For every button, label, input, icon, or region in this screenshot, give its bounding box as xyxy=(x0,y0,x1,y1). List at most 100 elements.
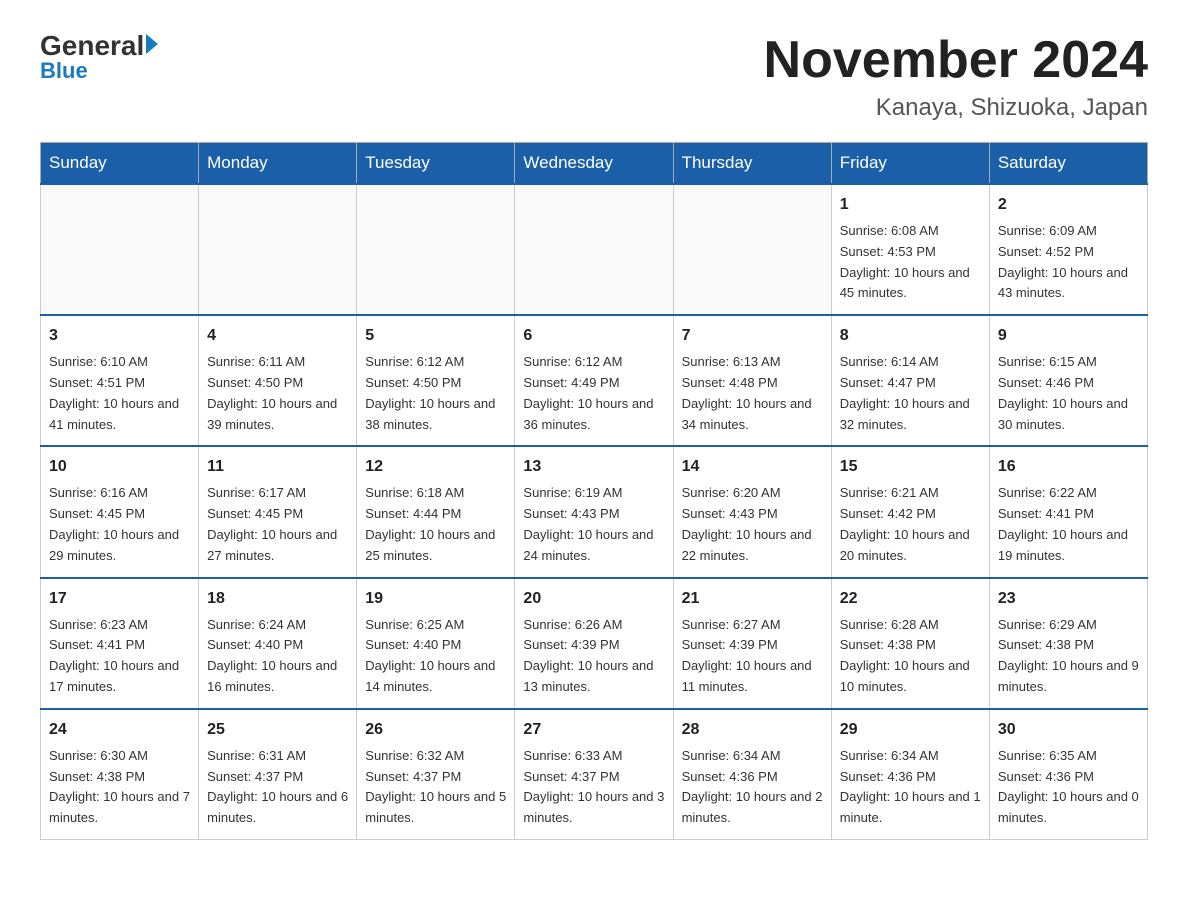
calendar-cell: 7 Sunrise: 6:13 AM Sunset: 4:48 PM Daylig… xyxy=(673,315,831,446)
day-info: Sunrise: 6:26 AM Sunset: 4:39 PM Dayligh… xyxy=(523,615,664,698)
day-info: Sunrise: 6:31 AM Sunset: 4:37 PM Dayligh… xyxy=(207,746,348,829)
day-number: 3 xyxy=(49,324,190,348)
calendar-cell: 1 Sunrise: 6:08 AM Sunset: 4:53 PM Daylig… xyxy=(831,184,989,315)
week-row-3: 10 Sunrise: 6:16 AM Sunset: 4:45 PM Dayli… xyxy=(41,446,1148,577)
day-info: Sunrise: 6:28 AM Sunset: 4:38 PM Dayligh… xyxy=(840,615,981,698)
day-info: Sunrise: 6:12 AM Sunset: 4:50 PM Dayligh… xyxy=(365,352,506,435)
day-info: Sunrise: 6:34 AM Sunset: 4:36 PM Dayligh… xyxy=(840,746,981,829)
calendar-cell: 9 Sunrise: 6:15 AM Sunset: 4:46 PM Daylig… xyxy=(989,315,1147,446)
day-info: Sunrise: 6:25 AM Sunset: 4:40 PM Dayligh… xyxy=(365,615,506,698)
week-row-4: 17 Sunrise: 6:23 AM Sunset: 4:41 PM Dayli… xyxy=(41,578,1148,709)
day-number: 11 xyxy=(207,455,348,479)
calendar-cell xyxy=(515,184,673,315)
day-number: 6 xyxy=(523,324,664,348)
day-info: Sunrise: 6:13 AM Sunset: 4:48 PM Dayligh… xyxy=(682,352,823,435)
calendar-cell: 16 Sunrise: 6:22 AM Sunset: 4:41 PM Dayli… xyxy=(989,446,1147,577)
day-info: Sunrise: 6:24 AM Sunset: 4:40 PM Dayligh… xyxy=(207,615,348,698)
day-info: Sunrise: 6:22 AM Sunset: 4:41 PM Dayligh… xyxy=(998,483,1139,566)
calendar-cell: 18Sunrise: 6:24 AM Sunset: 4:40 PM Dayli… xyxy=(199,578,357,709)
day-number: 24 xyxy=(49,718,190,742)
calendar-cell: 3Sunrise: 6:10 AM Sunset: 4:51 PM Daylig… xyxy=(41,315,199,446)
day-number: 5 xyxy=(365,324,506,348)
day-number: 16 xyxy=(998,455,1139,479)
calendar-cell: 13 Sunrise: 6:19 AM Sunset: 4:43 PM Dayli… xyxy=(515,446,673,577)
calendar-table: SundayMondayTuesdayWednesdayThursdayFrid… xyxy=(40,142,1148,840)
day-info: Sunrise: 6:18 AM Sunset: 4:44 PM Dayligh… xyxy=(365,483,506,566)
day-info: Sunrise: 6:21 AM Sunset: 4:42 PM Dayligh… xyxy=(840,483,981,566)
day-number: 30 xyxy=(998,718,1139,742)
day-info: Sunrise: 6:27 AM Sunset: 4:39 PM Dayligh… xyxy=(682,615,823,698)
day-info: Sunrise: 6:33 AM Sunset: 4:37 PM Dayligh… xyxy=(523,746,664,829)
logo: General Blue xyxy=(40,30,158,84)
calendar-cell: 11 Sunrise: 6:17 AM Sunset: 4:45 PM Dayli… xyxy=(199,446,357,577)
calendar-cell: 4 Sunrise: 6:11 AM Sunset: 4:50 PM Daylig… xyxy=(199,315,357,446)
logo-arrow-icon xyxy=(146,34,158,54)
calendar-cell: 15Sunrise: 6:21 AM Sunset: 4:42 PM Dayli… xyxy=(831,446,989,577)
day-number: 12 xyxy=(365,455,506,479)
day-number: 26 xyxy=(365,718,506,742)
calendar-cell: 8Sunrise: 6:14 AM Sunset: 4:47 PM Daylig… xyxy=(831,315,989,446)
day-number: 17 xyxy=(49,587,190,611)
day-number: 29 xyxy=(840,718,981,742)
day-info: Sunrise: 6:11 AM Sunset: 4:50 PM Dayligh… xyxy=(207,352,348,435)
location-title: Kanaya, Shizuoka, Japan xyxy=(764,94,1148,122)
title-area: November 2024 Kanaya, Shizuoka, Japan xyxy=(764,30,1148,122)
calendar-cell: 20 Sunrise: 6:26 AM Sunset: 4:39 PM Dayli… xyxy=(515,578,673,709)
day-number: 4 xyxy=(207,324,348,348)
calendar-cell: 28Sunrise: 6:34 AM Sunset: 4:36 PM Dayli… xyxy=(673,709,831,840)
day-number: 21 xyxy=(682,587,823,611)
page-header: General Blue November 2024 Kanaya, Shizu… xyxy=(40,30,1148,122)
calendar-cell: 17 Sunrise: 6:23 AM Sunset: 4:41 PM Dayli… xyxy=(41,578,199,709)
day-number: 1 xyxy=(840,193,981,217)
weekday-header-saturday: Saturday xyxy=(989,143,1147,185)
calendar-cell xyxy=(199,184,357,315)
week-row-2: 3Sunrise: 6:10 AM Sunset: 4:51 PM Daylig… xyxy=(41,315,1148,446)
day-info: Sunrise: 6:20 AM Sunset: 4:43 PM Dayligh… xyxy=(682,483,823,566)
calendar-cell: 22 Sunrise: 6:28 AM Sunset: 4:38 PM Dayli… xyxy=(831,578,989,709)
calendar-cell: 21 Sunrise: 6:27 AM Sunset: 4:39 PM Dayli… xyxy=(673,578,831,709)
day-info: Sunrise: 6:30 AM Sunset: 4:38 PM Dayligh… xyxy=(49,746,190,829)
week-row-1: 1 Sunrise: 6:08 AM Sunset: 4:53 PM Daylig… xyxy=(41,184,1148,315)
day-info: Sunrise: 6:23 AM Sunset: 4:41 PM Dayligh… xyxy=(49,615,190,698)
weekday-header-friday: Friday xyxy=(831,143,989,185)
calendar-cell: 26 Sunrise: 6:32 AM Sunset: 4:37 PM Dayli… xyxy=(357,709,515,840)
day-number: 23 xyxy=(998,587,1139,611)
calendar-cell: 10 Sunrise: 6:16 AM Sunset: 4:45 PM Dayli… xyxy=(41,446,199,577)
day-info: Sunrise: 6:08 AM Sunset: 4:53 PM Dayligh… xyxy=(840,221,981,304)
day-number: 25 xyxy=(207,718,348,742)
day-number: 28 xyxy=(682,718,823,742)
calendar-cell xyxy=(357,184,515,315)
weekday-header-tuesday: Tuesday xyxy=(357,143,515,185)
calendar-cell: 6 Sunrise: 6:12 AM Sunset: 4:49 PM Daylig… xyxy=(515,315,673,446)
calendar-cell: 14Sunrise: 6:20 AM Sunset: 4:43 PM Dayli… xyxy=(673,446,831,577)
day-info: Sunrise: 6:09 AM Sunset: 4:52 PM Dayligh… xyxy=(998,221,1139,304)
day-number: 7 xyxy=(682,324,823,348)
calendar-cell xyxy=(673,184,831,315)
calendar-cell: 23Sunrise: 6:29 AM Sunset: 4:38 PM Dayli… xyxy=(989,578,1147,709)
calendar-cell: 19Sunrise: 6:25 AM Sunset: 4:40 PM Dayli… xyxy=(357,578,515,709)
calendar-cell: 12 Sunrise: 6:18 AM Sunset: 4:44 PM Dayli… xyxy=(357,446,515,577)
day-info: Sunrise: 6:15 AM Sunset: 4:46 PM Dayligh… xyxy=(998,352,1139,435)
day-info: Sunrise: 6:17 AM Sunset: 4:45 PM Dayligh… xyxy=(207,483,348,566)
day-number: 9 xyxy=(998,324,1139,348)
day-number: 22 xyxy=(840,587,981,611)
day-number: 2 xyxy=(998,193,1139,217)
day-number: 27 xyxy=(523,718,664,742)
day-number: 10 xyxy=(49,455,190,479)
calendar-cell: 5 Sunrise: 6:12 AM Sunset: 4:50 PM Daylig… xyxy=(357,315,515,446)
calendar-cell: 30Sunrise: 6:35 AM Sunset: 4:36 PM Dayli… xyxy=(989,709,1147,840)
day-info: Sunrise: 6:32 AM Sunset: 4:37 PM Dayligh… xyxy=(365,746,506,829)
day-info: Sunrise: 6:14 AM Sunset: 4:47 PM Dayligh… xyxy=(840,352,981,435)
day-number: 20 xyxy=(523,587,664,611)
week-row-5: 24 Sunrise: 6:30 AM Sunset: 4:38 PM Dayli… xyxy=(41,709,1148,840)
logo-blue: Blue xyxy=(40,58,88,84)
calendar-cell: 29 Sunrise: 6:34 AM Sunset: 4:36 PM Dayli… xyxy=(831,709,989,840)
day-info: Sunrise: 6:19 AM Sunset: 4:43 PM Dayligh… xyxy=(523,483,664,566)
day-number: 13 xyxy=(523,455,664,479)
month-title: November 2024 xyxy=(764,30,1148,90)
day-info: Sunrise: 6:16 AM Sunset: 4:45 PM Dayligh… xyxy=(49,483,190,566)
calendar-cell: 24 Sunrise: 6:30 AM Sunset: 4:38 PM Dayli… xyxy=(41,709,199,840)
weekday-header-wednesday: Wednesday xyxy=(515,143,673,185)
weekday-header-monday: Monday xyxy=(199,143,357,185)
day-info: Sunrise: 6:12 AM Sunset: 4:49 PM Dayligh… xyxy=(523,352,664,435)
